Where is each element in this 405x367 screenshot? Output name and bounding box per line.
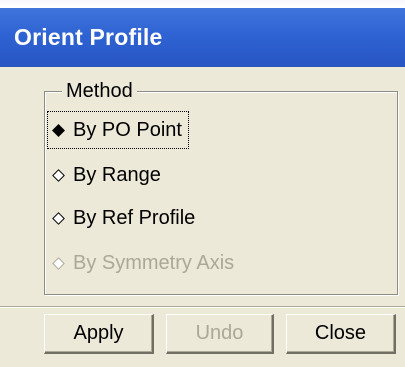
radio-label: By Ref Profile [73, 206, 196, 229]
radio-unselected-icon [52, 211, 65, 225]
radio-disabled-icon [52, 256, 65, 270]
undo-button: Undo [166, 314, 274, 354]
window-title: Orient Profile [14, 24, 163, 50]
apply-button[interactable]: Apply [44, 314, 154, 354]
method-group-legend: Method [62, 77, 137, 105]
radio-label: By PO Point [73, 118, 182, 141]
radio-label: By Symmetry Axis [73, 251, 235, 274]
title-bar[interactable]: Orient Profile [0, 0, 405, 67]
radio-by-ref-profile[interactable]: By Ref Profile [48, 200, 195, 236]
radio-by-range[interactable]: By Range [48, 157, 161, 193]
radio-label: By Range [73, 163, 161, 186]
radio-by-po-point[interactable]: By PO Point [47, 111, 189, 149]
radio-selected-icon [52, 123, 65, 137]
close-button[interactable]: Close [286, 314, 396, 354]
dialog-body: Method By PO Point By Range By Ref Profi… [0, 67, 405, 367]
radio-unselected-icon [52, 168, 65, 182]
button-bar-separator [0, 306, 405, 308]
radio-by-symmetry-axis: By Symmetry Axis [48, 245, 234, 281]
orient-profile-dialog: Orient Profile Method By PO Point By Ran… [0, 0, 405, 367]
